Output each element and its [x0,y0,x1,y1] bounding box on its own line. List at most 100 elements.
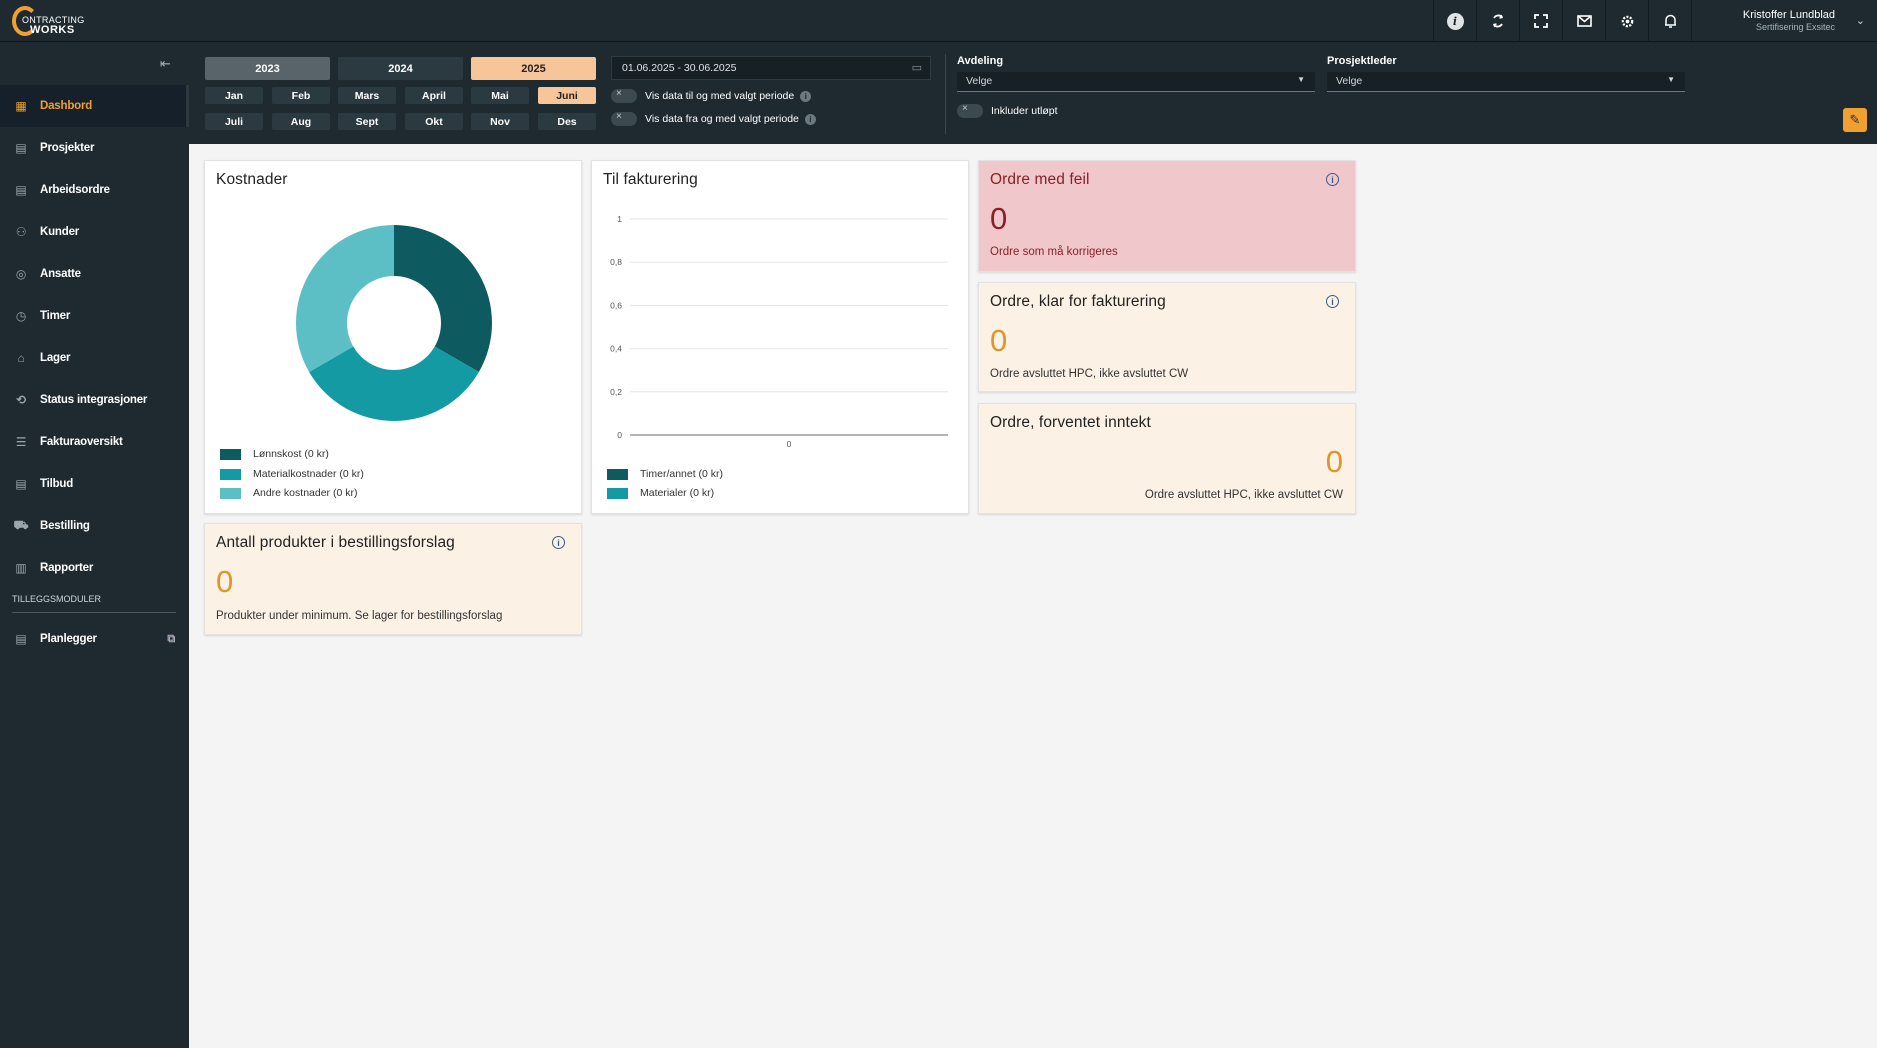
errors-count: 0 [990,201,1008,236]
legend-item[interactable]: Lønnskost (0 kr) [220,447,329,461]
user-menu[interactable]: Kristoffer Lundblad Sertifisering Exsite… [1691,0,1837,42]
info-icon[interactable]: i [552,536,565,549]
bell-icon [1664,14,1676,28]
legend-item[interactable]: Andre kostnader (0 kr) [220,486,357,500]
month-button-juli[interactable]: Juli [205,113,263,130]
sidebar-item-label: Kunder [40,226,80,238]
department-select-value: Velge [966,75,993,87]
notifications-button[interactable] [1648,0,1691,42]
sync-button[interactable] [1476,0,1519,42]
toggle-switch[interactable] [611,88,637,103]
mail-icon [1576,15,1592,27]
card-title: Til fakturering [603,171,698,188]
legend-item[interactable]: Materialkostnader (0 kr) [220,467,364,481]
department-select[interactable]: Velge ▼ [957,72,1315,92]
settings-button[interactable] [1605,0,1648,42]
toggle-show-data-from[interactable]: Vis data fra og med valgt periode i [611,111,816,127]
sidebar-item-label: Lager [40,352,71,364]
employees-icon: ◎ [15,267,27,281]
sidebar-item-timer[interactable]: ◷ Timer [0,295,189,337]
sidebar-item-status-integrasjoner[interactable]: ⟲ Status integrasjoner [0,379,189,421]
month-button-mai[interactable]: Mai [471,87,529,104]
calendar-icon[interactable]: ▭ [912,61,922,74]
fullscreen-button[interactable] [1519,0,1562,42]
project-leader-label: Prosjektleder [1327,55,1397,67]
orders-ready-card[interactable]: Ordre, klar for fakturering i 0 Ordre av… [978,282,1356,392]
project-leader-select[interactable]: Velge ▼ [1327,72,1685,92]
sidebar-item-label: Status integrasjoner [40,394,148,406]
sidebar-item-planlegger[interactable]: ▤ Planlegger ⧉ [0,618,189,660]
settings-icon [1621,15,1633,27]
collapse-sidebar-icon[interactable]: ⇤ [160,56,171,72]
donut-slice[interactable] [394,225,492,372]
info-icon[interactable]: i [800,90,812,102]
toggle-label: Inkluder utløpt [991,105,1058,117]
info-icon[interactable]: i [1326,173,1339,186]
month-button-jan[interactable]: Jan [205,87,263,104]
fullscreen-icon [1534,14,1548,28]
date-range-input[interactable]: 01.06.2025 - 30.06.2025 ▭ [611,56,931,80]
toggle-label: Vis data fra og med valgt periode [645,113,799,125]
sidebar-item-rapporter[interactable]: ▥ Rapporter [0,547,189,589]
y-tick-label: 0,2 [610,387,622,397]
contracting-works-logo[interactable]: ONTRACTING WORKS [12,6,84,36]
filter-bar: 2023 2024 2025 Jan Feb Mars April Mai Ju… [189,42,1877,144]
donut-slice[interactable] [309,346,479,422]
sidebar-item-prosjekter[interactable]: ▤ Prosjekter [0,127,189,169]
filter-divider [945,54,946,134]
month-button-nov[interactable]: Nov [471,113,529,130]
chevron-down-icon[interactable]: ⌄ [1856,14,1865,27]
sync-icon [1492,14,1504,28]
month-button-feb[interactable]: Feb [272,87,330,104]
sidebar-item-arbeidsordre[interactable]: ▤ Arbeidsordre [0,169,189,211]
orders-with-errors-card[interactable]: Ordre med feil i 0 Ordre som må korriger… [978,160,1356,272]
toggle-include-expired[interactable]: Inkluder utløpt [957,103,1058,119]
mail-button[interactable] [1562,0,1605,42]
legend-item[interactable]: Materialer (0 kr) [607,486,714,500]
legend-swatch [220,448,241,460]
sidebar-item-dashbord[interactable]: ▦ Dashbord [0,85,189,127]
invoicing-bar-chart: 1 0,8 0,6 0,4 0,2 0 0 [610,214,948,449]
legend-swatch [607,468,628,480]
sidebar-item-label: Ansatte [40,268,81,280]
sidebar-item-ansatte[interactable]: ◎ Ansatte [0,253,189,295]
month-button-aug[interactable]: Aug [272,113,330,130]
invoicing-card: Til fakturering 1 0,8 0,6 0,4 0,2 0 0 Timer/an… [591,160,969,514]
donut-slice[interactable] [296,225,394,372]
legend-label: Lønnskost (0 kr) [253,448,329,460]
info-icon[interactable]: i [804,113,816,125]
addons-section-label: TILLEGGSMODULER [12,594,102,604]
info-button[interactable]: i [1433,0,1476,42]
sync-icon: ⟲ [16,393,26,407]
month-button-mars[interactable]: Mars [338,87,396,104]
month-button-april[interactable]: April [405,87,463,104]
orders-expected-income-card[interactable]: Ordre, forventet inntekt 0 Ordre avslutt… [978,403,1356,514]
month-button-juni[interactable]: Juni [538,87,596,104]
toggle-switch[interactable] [611,111,637,126]
year-button-2023[interactable]: 2023 [205,57,330,80]
year-button-2024[interactable]: 2024 [338,57,463,80]
products-in-order-suggestion-card[interactable]: Antall produkter i bestillingsforslag i … [204,523,582,635]
sidebar-item-tilbud[interactable]: ▤ Tilbud [0,463,189,505]
sidebar-item-bestilling[interactable]: ⛟ Bestilling [0,505,189,547]
sidebar-item-kunder[interactable]: ⚇ Kunder [0,211,189,253]
toggle-switch[interactable] [957,103,983,118]
edit-dashboard-button[interactable]: ✎ [1843,108,1867,132]
month-button-okt[interactable]: Okt [405,113,463,130]
month-button-des[interactable]: Des [538,113,596,130]
project-leader-select-value: Velge [1336,75,1363,87]
external-link-icon[interactable]: ⧉ [167,633,175,646]
legend-item[interactable]: Timer/annet (0 kr) [607,467,723,481]
sidebar-item-lager[interactable]: ⌂ Lager [0,337,189,379]
year-button-2025[interactable]: 2025 [471,57,596,80]
sidebar-item-fakturaoversikt[interactable]: ☰ Fakturaoversikt [0,421,189,463]
card-title: Antall produkter i bestillingsforslag [216,534,455,551]
toggle-show-data-to[interactable]: Vis data til og med valgt periode i [611,88,812,104]
clock-icon: ◷ [15,309,27,323]
ready-subtitle: Ordre avsluttet HPC, ikke avsluttet CW [990,368,1189,380]
offer-icon: ▤ [15,477,27,491]
pencil-icon: ✎ [1849,112,1861,127]
info-icon[interactable]: i [1326,295,1339,308]
month-button-sept[interactable]: Sept [338,113,396,130]
x-tick-label: 0 [787,439,792,449]
